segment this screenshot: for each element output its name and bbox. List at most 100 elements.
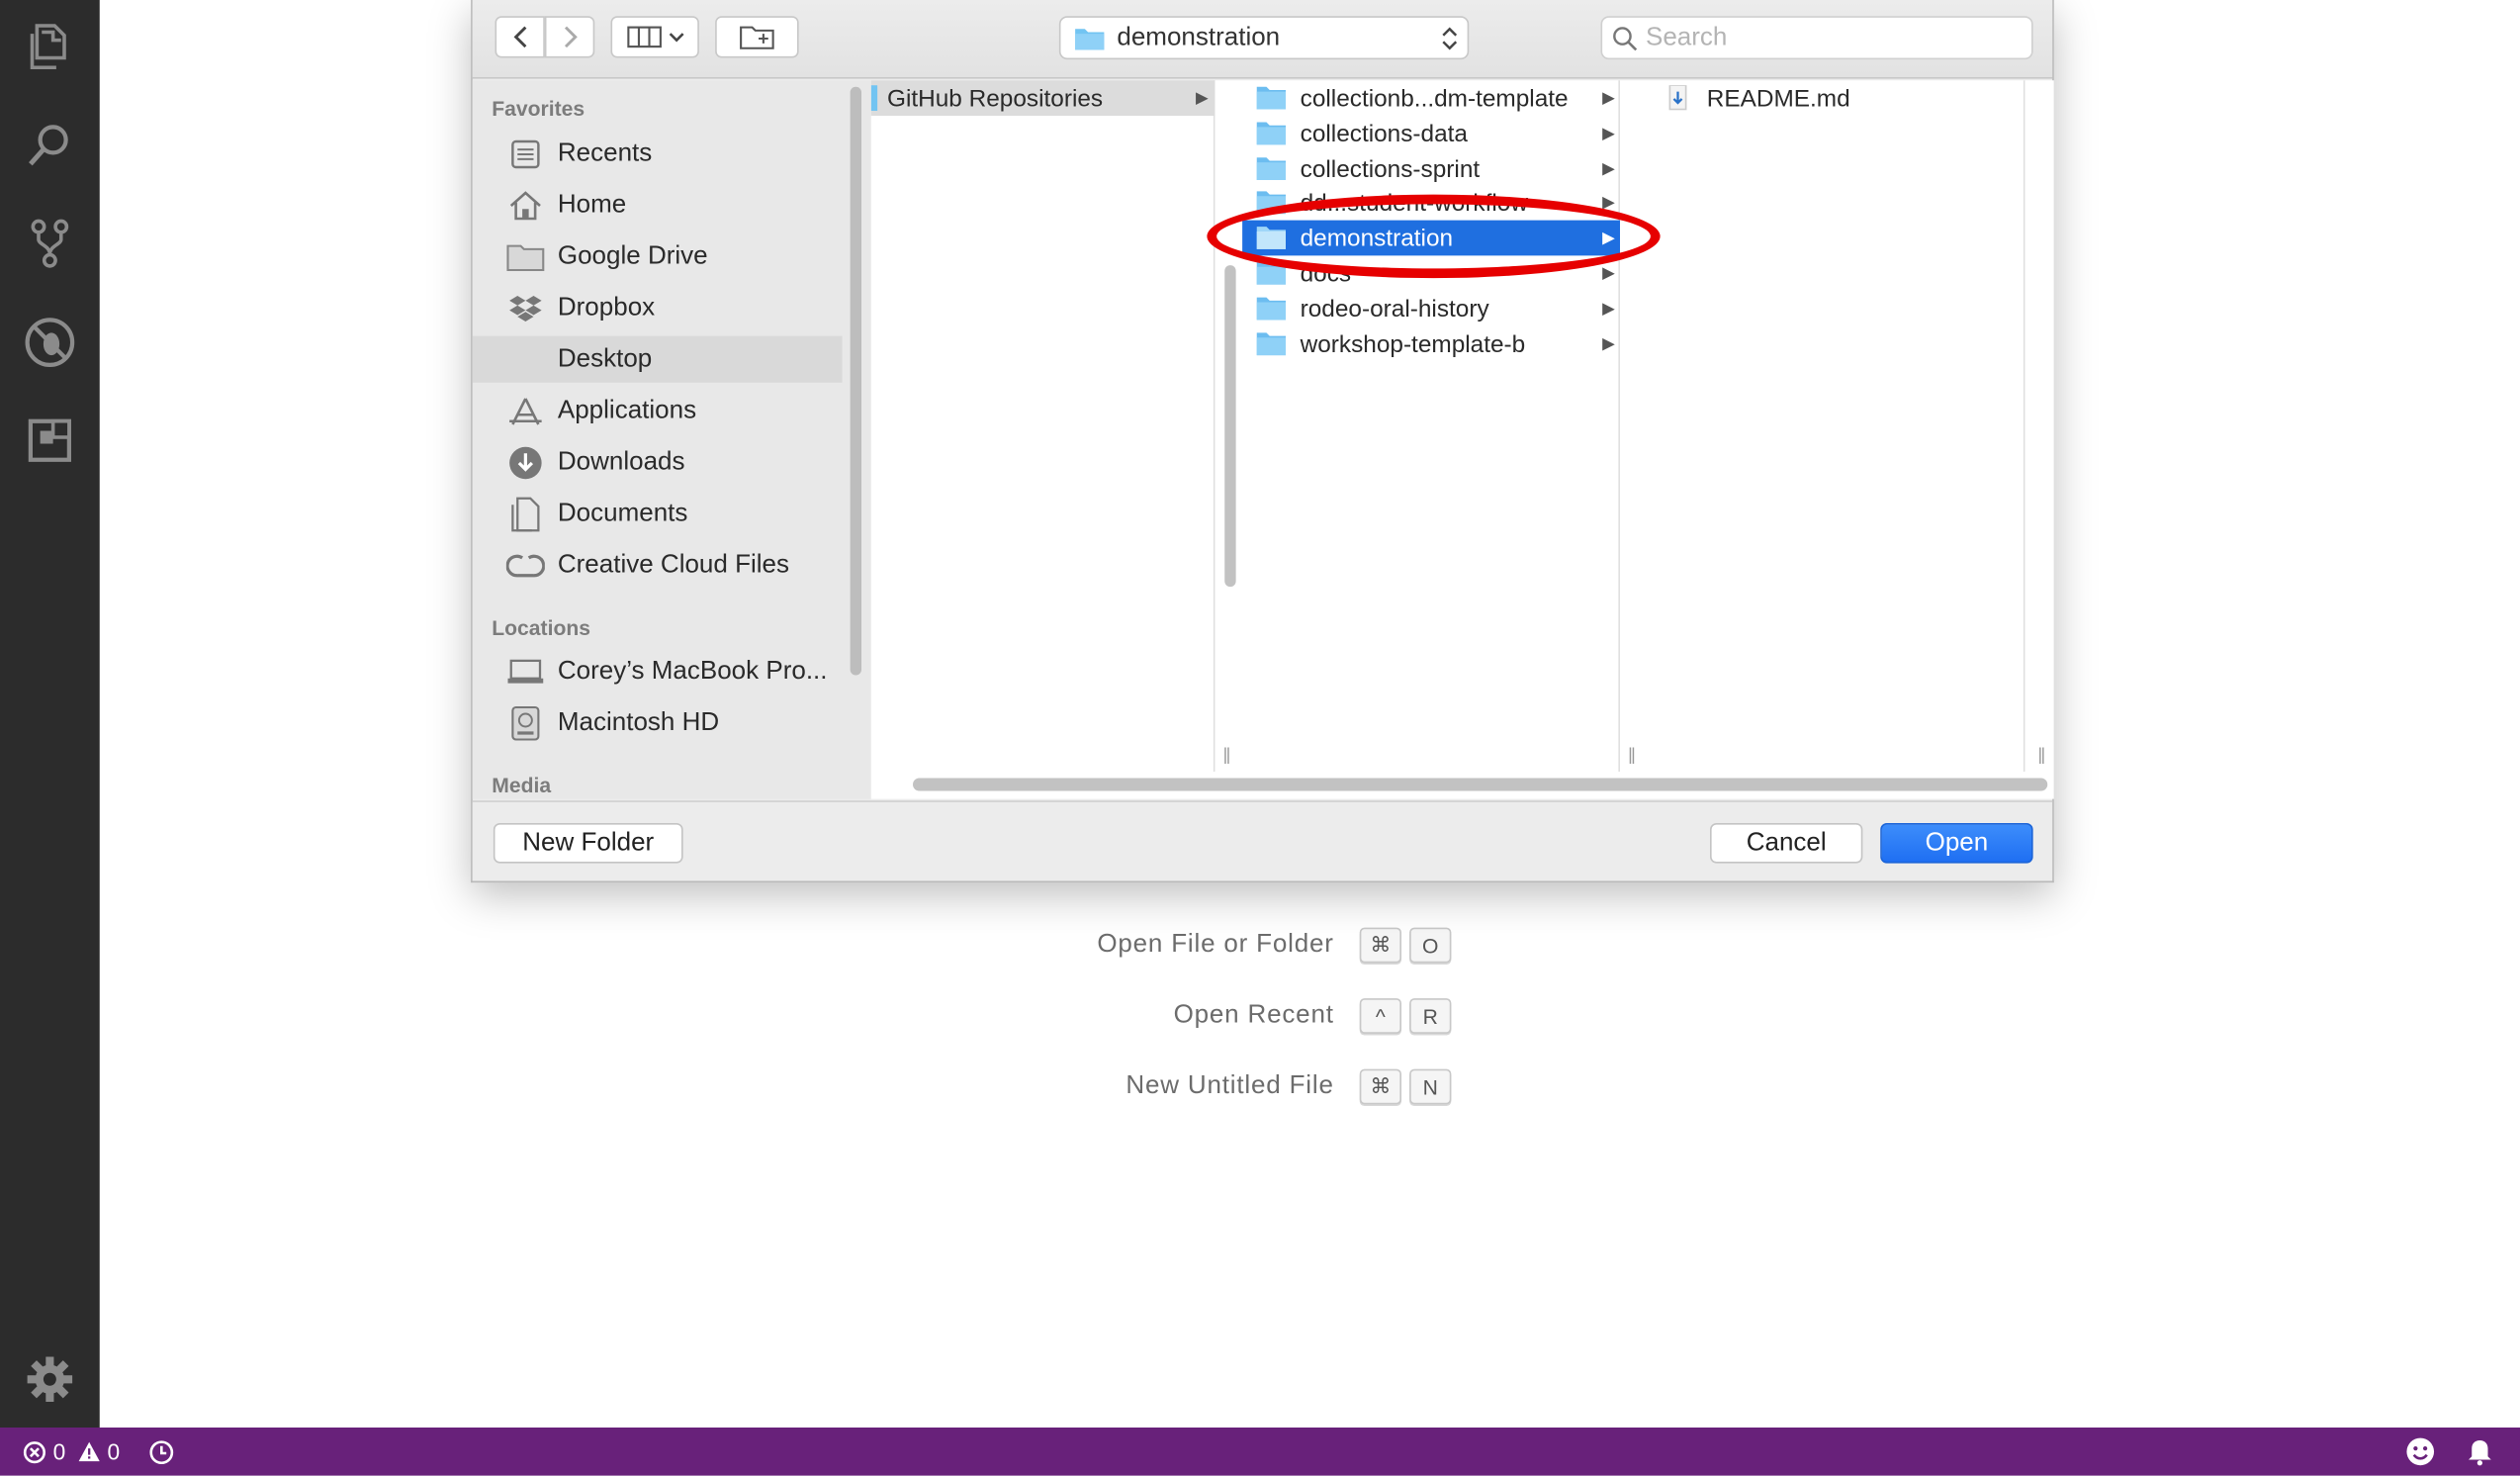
chevron-right-icon	[564, 26, 578, 48]
sidebar-item-label: Corey’s MacBook Pro...	[557, 656, 828, 685]
open-file-dialog: demonstration Favorites Recents Home Goo…	[471, 0, 2054, 883]
cancel-button[interactable]: Cancel	[1710, 823, 1863, 864]
clock-icon[interactable]	[148, 1428, 176, 1476]
key-cap: R	[1409, 998, 1452, 1034]
list-item-file[interactable]: README.md	[1649, 80, 2025, 116]
problems-indicator[interactable]: 0 0	[23, 1428, 120, 1476]
disclosure-arrow-icon: ▶	[1602, 334, 1615, 353]
sidebar-item-desktop[interactable]: Desktop	[472, 335, 843, 383]
sidebar-item-label: Dropbox	[557, 293, 656, 322]
column-resize-handle[interactable]: ||	[1223, 746, 1231, 766]
shortcut-new-untitled-file[interactable]: New Untitled File ⌘ N	[900, 1065, 1543, 1107]
column-browser: GitHub Repositories ▶ || collectionb...d…	[870, 80, 2054, 799]
forward-button[interactable]	[544, 16, 595, 58]
sidebar-item-applications[interactable]: Applications	[473, 388, 843, 434]
gear-icon[interactable]	[18, 1347, 82, 1412]
disclosure-arrow-icon: ▶	[1602, 124, 1615, 142]
list-item-label: GitHub Repositories	[887, 84, 1104, 112]
column-view-icon	[626, 26, 662, 48]
sidebar-item-label: Downloads	[557, 447, 685, 476]
list-item-demonstration-selected[interactable]: demonstration ▶	[1242, 220, 1620, 256]
folder-icon	[870, 85, 878, 112]
sidebar-item-label: Recents	[557, 138, 653, 167]
notifications-bell-icon[interactable]	[2466, 1428, 2494, 1476]
list-item-folder[interactable]: collectionb...dm-template ▶	[1242, 80, 1620, 116]
disclosure-arrow-icon: ▶	[1602, 264, 1615, 283]
shortcut-label: New Untitled File	[1125, 1071, 1334, 1100]
search-input[interactable]	[1646, 23, 2000, 52]
disclosure-arrow-icon: ▶	[1196, 89, 1209, 108]
open-button[interactable]: Open	[1880, 823, 2033, 864]
feedback-smiley-icon[interactable]	[2404, 1428, 2437, 1476]
sidebar-item-label: Google Drive	[557, 241, 708, 270]
list-item-label: dd...student-workflow	[1300, 188, 1528, 217]
documents-icon	[506, 496, 545, 531]
sidebar-item-macintosh-hd[interactable]: Macintosh HD	[473, 699, 843, 746]
disclosure-arrow-icon: ▶	[1602, 193, 1615, 212]
source-control-icon[interactable]	[18, 211, 82, 275]
sidebar-item-downloads[interactable]: Downloads	[473, 439, 843, 486]
applications-icon	[506, 393, 545, 428]
disclosure-arrow-icon: ▶	[1602, 229, 1615, 247]
shortcut-open-recent[interactable]: Open Recent ^ R	[900, 995, 1543, 1037]
sidebar-item-label: Macintosh HD	[557, 707, 720, 736]
folder-icon	[1256, 227, 1286, 249]
folder-icon	[1256, 297, 1286, 321]
back-button[interactable]	[495, 16, 545, 58]
sidebar-item-dropbox[interactable]: Dropbox	[473, 285, 843, 331]
list-item-github-repositories[interactable]: GitHub Repositories ▶	[870, 80, 1215, 116]
shortcut-open-file-or-folder[interactable]: Open File or Folder ⌘ O	[900, 924, 1543, 966]
list-item-folder[interactable]: rodeo-oral-history ▶	[1242, 291, 1620, 326]
new-folder-toolbar-button[interactable]	[715, 16, 799, 58]
column-3: README.md ||	[1649, 80, 2045, 772]
sidebar-item-label: Documents	[557, 499, 688, 527]
list-item-label: collectionb...dm-template	[1300, 84, 1569, 112]
list-item-folder[interactable]: docs ▶	[1242, 255, 1620, 291]
vscode-window: Open File or Folder ⌘ O Open Recent ^ R …	[0, 0, 2520, 1476]
sidebar-item-macbook[interactable]: Corey’s MacBook Pro...	[473, 648, 843, 694]
explorer-icon[interactable]	[18, 15, 82, 79]
search-icon[interactable]	[18, 113, 82, 177]
extensions-icon[interactable]	[18, 409, 82, 473]
list-item-label: collections-sprint	[1300, 154, 1481, 183]
key-cap: N	[1409, 1068, 1452, 1105]
column-resize-handle[interactable]: ||	[1628, 746, 1636, 766]
dialog-footer: New Folder Cancel Open	[472, 800, 2053, 881]
list-item-label: README.md	[1706, 84, 1850, 112]
column-resize-handle[interactable]: ||	[2038, 746, 2046, 766]
sidebar-scrollbar[interactable]	[850, 86, 861, 676]
view-mode-button[interactable]	[610, 16, 699, 58]
list-item-label: demonstration	[1300, 224, 1454, 252]
list-item-folder[interactable]: collections-data ▶	[1242, 116, 1620, 151]
column-2-scrollbar[interactable]	[1224, 265, 1236, 588]
search-field[interactable]	[1600, 16, 2033, 60]
warning-icon	[78, 1441, 100, 1462]
markdown-file-icon	[1668, 85, 1687, 111]
dialog-sidebar: Favorites Recents Home Google Drive Drop…	[472, 80, 871, 799]
list-item-folder[interactable]: collections-sprint ▶	[1242, 151, 1620, 187]
chevron-down-icon	[668, 33, 683, 43]
sidebar-item-recents[interactable]: Recents	[473, 131, 843, 177]
debug-icon[interactable]	[18, 311, 82, 375]
path-popup[interactable]: demonstration	[1058, 16, 1470, 60]
new-folder-button[interactable]: New Folder	[493, 823, 683, 864]
list-item-folder[interactable]: workshop-template-b ▶	[1242, 326, 1620, 362]
list-item-folder[interactable]: dd...student-workflow ▶	[1242, 185, 1620, 221]
sidebar-item-home[interactable]: Home	[473, 182, 843, 229]
desktop-icon	[506, 341, 545, 377]
dropbox-icon	[506, 290, 545, 325]
shortcut-label: Open File or Folder	[1097, 930, 1334, 959]
column-2: collectionb...dm-template ▶ collections-…	[1242, 80, 1636, 772]
harddrive-icon	[506, 705, 545, 741]
sidebar-item-creative-cloud-files[interactable]: Creative Cloud Files	[473, 542, 843, 589]
sidebar-item-documents[interactable]: Documents	[473, 491, 843, 537]
disclosure-arrow-icon: ▶	[1602, 300, 1615, 318]
sidebar-item-label: Applications	[557, 396, 697, 424]
search-icon	[1613, 26, 1638, 50]
sidebar-item-google-drive[interactable]: Google Drive	[473, 233, 843, 280]
folder-icon	[506, 238, 545, 274]
new-folder-icon	[740, 26, 774, 49]
sidebar-item-label: Home	[557, 190, 627, 219]
sidebar-item-label: Creative Cloud Files	[557, 550, 789, 579]
horizontal-scrollbar[interactable]	[913, 778, 2048, 791]
